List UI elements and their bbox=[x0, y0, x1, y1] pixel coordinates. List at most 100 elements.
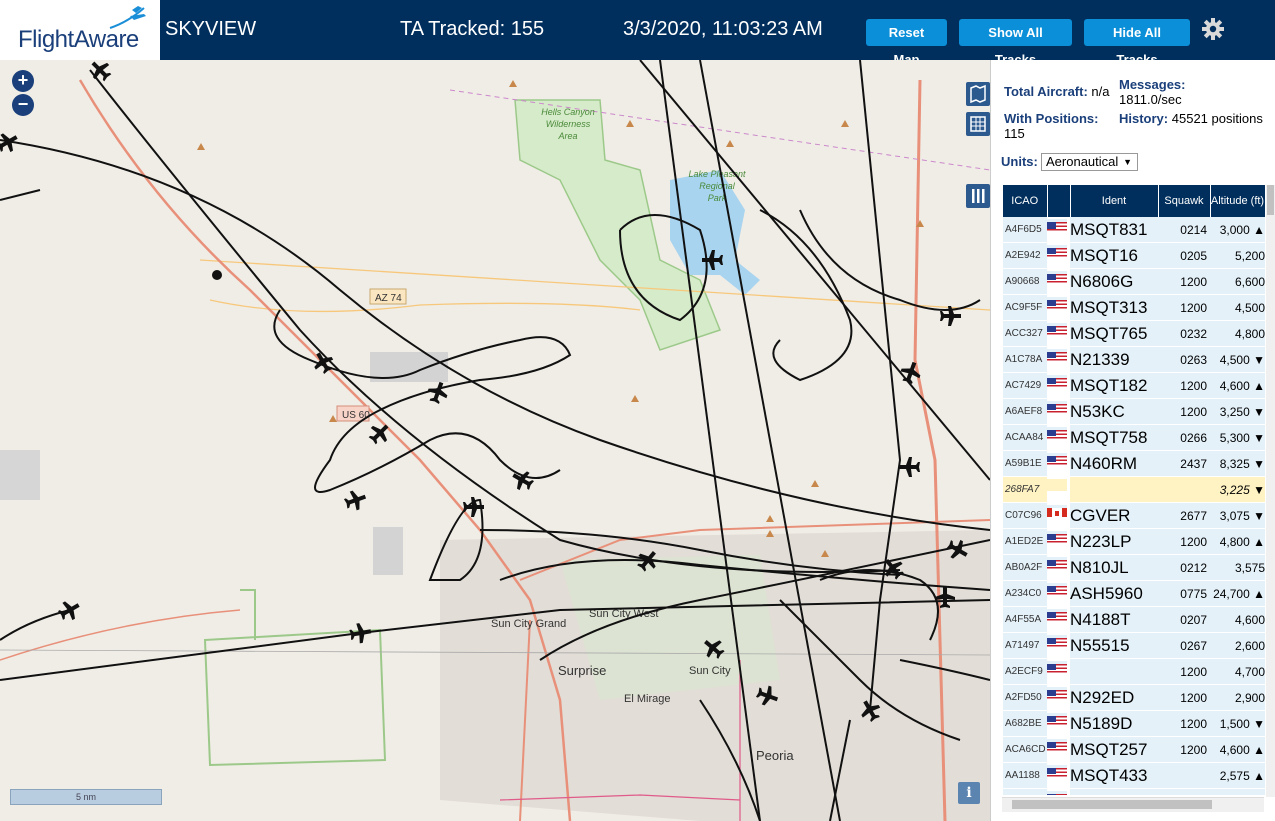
column-header-squawk[interactable]: Squawk bbox=[1158, 185, 1211, 217]
total-aircraft-value: n/a bbox=[1091, 84, 1110, 99]
icao-cell: A2FD50 bbox=[1003, 684, 1047, 711]
icao-cell: A4F6D5 bbox=[1003, 217, 1047, 243]
squawk-cell: 2677 bbox=[1158, 502, 1210, 529]
table-row[interactable]: ADEDC3 N997MM 2,550 bbox=[1003, 788, 1265, 795]
reset-map-button[interactable]: Reset Map bbox=[866, 19, 947, 67]
altitude-cell: 1,500 ▼ bbox=[1210, 710, 1265, 737]
current-datetime: 3/3/2020, 11:03:23 AM bbox=[623, 18, 823, 40]
altitude-cell: 6,600 bbox=[1210, 268, 1265, 295]
ident-cell: N5189D bbox=[1070, 710, 1158, 737]
icao-cell: ACA6CD bbox=[1003, 736, 1047, 763]
hide-all-tracks-button[interactable]: Hide All Tracks bbox=[1084, 19, 1190, 67]
usa-flag-icon bbox=[1047, 663, 1067, 673]
altitude-cell: 4,600 ▲ bbox=[1210, 736, 1265, 763]
units-select[interactable]: Aeronautical ▼ bbox=[1041, 153, 1138, 171]
table-row[interactable]: AA1188 MSQT433 2,575 ▲ bbox=[1003, 762, 1265, 789]
history-value: 45521 positions bbox=[1171, 111, 1263, 126]
zoom-in-button[interactable]: + bbox=[12, 70, 34, 92]
map-label-sun-city: Sun City bbox=[689, 665, 731, 677]
show-all-tracks-button[interactable]: Show All Tracks bbox=[959, 19, 1072, 67]
total-aircraft-stat: Total Aircraft: n/a bbox=[1004, 84, 1110, 99]
ident-cell: MSQT313 bbox=[1070, 294, 1158, 321]
usa-flag-icon bbox=[1047, 611, 1067, 621]
ident-cell: N223LP bbox=[1070, 528, 1158, 555]
horizontal-scroll-thumb[interactable] bbox=[1012, 800, 1212, 809]
table-row[interactable]: AC7429 MSQT182 1200 4,600 ▲ bbox=[1003, 372, 1265, 399]
table-row[interactable]: ACC327 MSQT765 0232 4,800 bbox=[1003, 320, 1265, 347]
icao-cell: A4F55A bbox=[1003, 606, 1047, 633]
usa-flag-icon bbox=[1047, 273, 1067, 283]
column-header-ident[interactable]: Ident bbox=[1070, 185, 1159, 217]
vertical-scrollbar[interactable] bbox=[1266, 185, 1275, 797]
column-header-icao[interactable]: ICAO bbox=[1003, 185, 1048, 217]
table-row[interactable]: ACA6CD MSQT257 1200 4,600 ▲ bbox=[1003, 736, 1265, 763]
table-row[interactable]: A4F55A N4188T 0207 4,600 bbox=[1003, 606, 1265, 633]
usa-flag-icon bbox=[1047, 637, 1067, 647]
icao-cell: AC9F5F bbox=[1003, 294, 1047, 321]
messages-stat: Messages: 1811.0/sec bbox=[1119, 77, 1269, 107]
squawk-cell: 1200 bbox=[1158, 684, 1210, 711]
ident-cell: MSQT758 bbox=[1070, 424, 1158, 451]
usa-flag-icon bbox=[1047, 559, 1067, 569]
squawk-cell: 0205 bbox=[1158, 242, 1210, 269]
table-row[interactable]: A59B1E N460RM 2437 8,325 ▼ bbox=[1003, 450, 1265, 477]
squawk-cell: 2437 bbox=[1158, 450, 1210, 477]
settings-gear-icon[interactable] bbox=[1201, 17, 1225, 41]
table-row[interactable]: A4F6D5 MSQT831 0214 3,000 ▲ bbox=[1003, 217, 1265, 243]
flag-cell bbox=[1047, 738, 1067, 752]
usa-flag-icon bbox=[1047, 377, 1067, 387]
map-layers-icon[interactable] bbox=[966, 82, 990, 106]
table-row[interactable]: A2E942 MSQT16 0205 5,200 bbox=[1003, 242, 1265, 269]
top-header: FlightAware SKYVIEW TA Tracked: 155 3/3/… bbox=[0, 0, 1275, 67]
table-row[interactable]: ACAA84 MSQT758 0266 5,300 ▼ bbox=[1003, 424, 1265, 451]
table-row[interactable]: A682BE N5189D 1200 1,500 ▼ bbox=[1003, 710, 1265, 737]
icao-cell: 268FA7 bbox=[1003, 476, 1047, 503]
grid-icon[interactable] bbox=[966, 112, 990, 136]
aircraft-table-container[interactable]: ICAO Ident Squawk Altitude (ft) A4F6D5 MS… bbox=[1003, 185, 1265, 795]
map-canvas[interactable]: Hells Canyon Wilderness Area Lake Pleasa… bbox=[0, 60, 990, 821]
flag-cell bbox=[1047, 556, 1067, 570]
columns-icon[interactable] bbox=[966, 184, 990, 208]
logo[interactable]: FlightAware bbox=[0, 0, 160, 60]
map-view[interactable]: Hells Canyon Wilderness Area Lake Pleasa… bbox=[0, 60, 990, 821]
flag-cell bbox=[1047, 296, 1067, 310]
column-header-flag[interactable] bbox=[1047, 185, 1071, 217]
usa-flag-icon bbox=[1047, 403, 1067, 413]
table-row[interactable]: A2FD50 N292ED 1200 2,900 bbox=[1003, 684, 1265, 711]
table-row[interactable]: 268FA7 3,225 ▼ bbox=[1003, 476, 1265, 503]
flag-cell bbox=[1047, 400, 1067, 414]
table-row[interactable]: A1ED2E N223LP 1200 4,800 ▲ bbox=[1003, 528, 1265, 555]
icao-cell: A59B1E bbox=[1003, 450, 1047, 477]
squawk-cell: 0212 bbox=[1158, 554, 1210, 581]
vertical-scroll-thumb[interactable] bbox=[1267, 185, 1274, 215]
table-row[interactable]: A1C78A N21339 0263 4,500 ▼ bbox=[1003, 346, 1265, 373]
flag-cell bbox=[1047, 582, 1067, 596]
squawk-cell: 0263 bbox=[1158, 346, 1210, 373]
table-row[interactable]: A71497 N55515 0267 2,600 bbox=[1003, 632, 1265, 659]
squawk-cell: 0214 bbox=[1158, 217, 1210, 243]
flag-cell bbox=[1047, 219, 1067, 233]
altitude-cell: 4,500 bbox=[1210, 294, 1265, 321]
table-row[interactable]: AC9F5F MSQT313 1200 4,500 bbox=[1003, 294, 1265, 321]
map-label-el-mirage: El Mirage bbox=[624, 693, 670, 705]
messages-label: Messages: bbox=[1119, 77, 1186, 92]
table-row[interactable]: A2ECF9 1200 4,700 bbox=[1003, 658, 1265, 685]
table-row[interactable]: A234C0 ASH5960 0775 24,700 ▲ bbox=[1003, 580, 1265, 607]
table-row[interactable]: A90668 N6806G 1200 6,600 bbox=[1003, 268, 1265, 295]
flag-cell bbox=[1047, 270, 1067, 284]
scale-bar: 5 nm bbox=[10, 789, 162, 805]
ident-cell: N810JL bbox=[1070, 554, 1158, 581]
icao-cell: AC7429 bbox=[1003, 372, 1047, 399]
aircraft-table-body: A4F6D5 MSQT831 0214 3,000 ▲ A2E942 MSQT16 0205… bbox=[1003, 217, 1265, 795]
table-row[interactable]: A6AEF8 N53KC 1200 3,250 ▼ bbox=[1003, 398, 1265, 425]
sidebar: Total Aircraft: n/a Messages: 1811.0/sec… bbox=[990, 60, 1275, 821]
altitude-cell: 24,700 ▲ bbox=[1210, 580, 1265, 607]
usa-flag-icon bbox=[1047, 351, 1067, 361]
column-header-altitude[interactable]: Altitude (ft) bbox=[1210, 185, 1265, 217]
ident-cell: N460RM bbox=[1070, 450, 1158, 477]
ident-cell: MSQT257 bbox=[1070, 736, 1158, 763]
zoom-out-button[interactable]: − bbox=[12, 94, 34, 116]
table-row[interactable]: AB0A2F N810JL 0212 3,575 bbox=[1003, 554, 1265, 581]
info-icon[interactable]: i bbox=[958, 782, 980, 804]
table-row[interactable]: C07C96 CGVER 2677 3,075 ▼ bbox=[1003, 502, 1265, 529]
